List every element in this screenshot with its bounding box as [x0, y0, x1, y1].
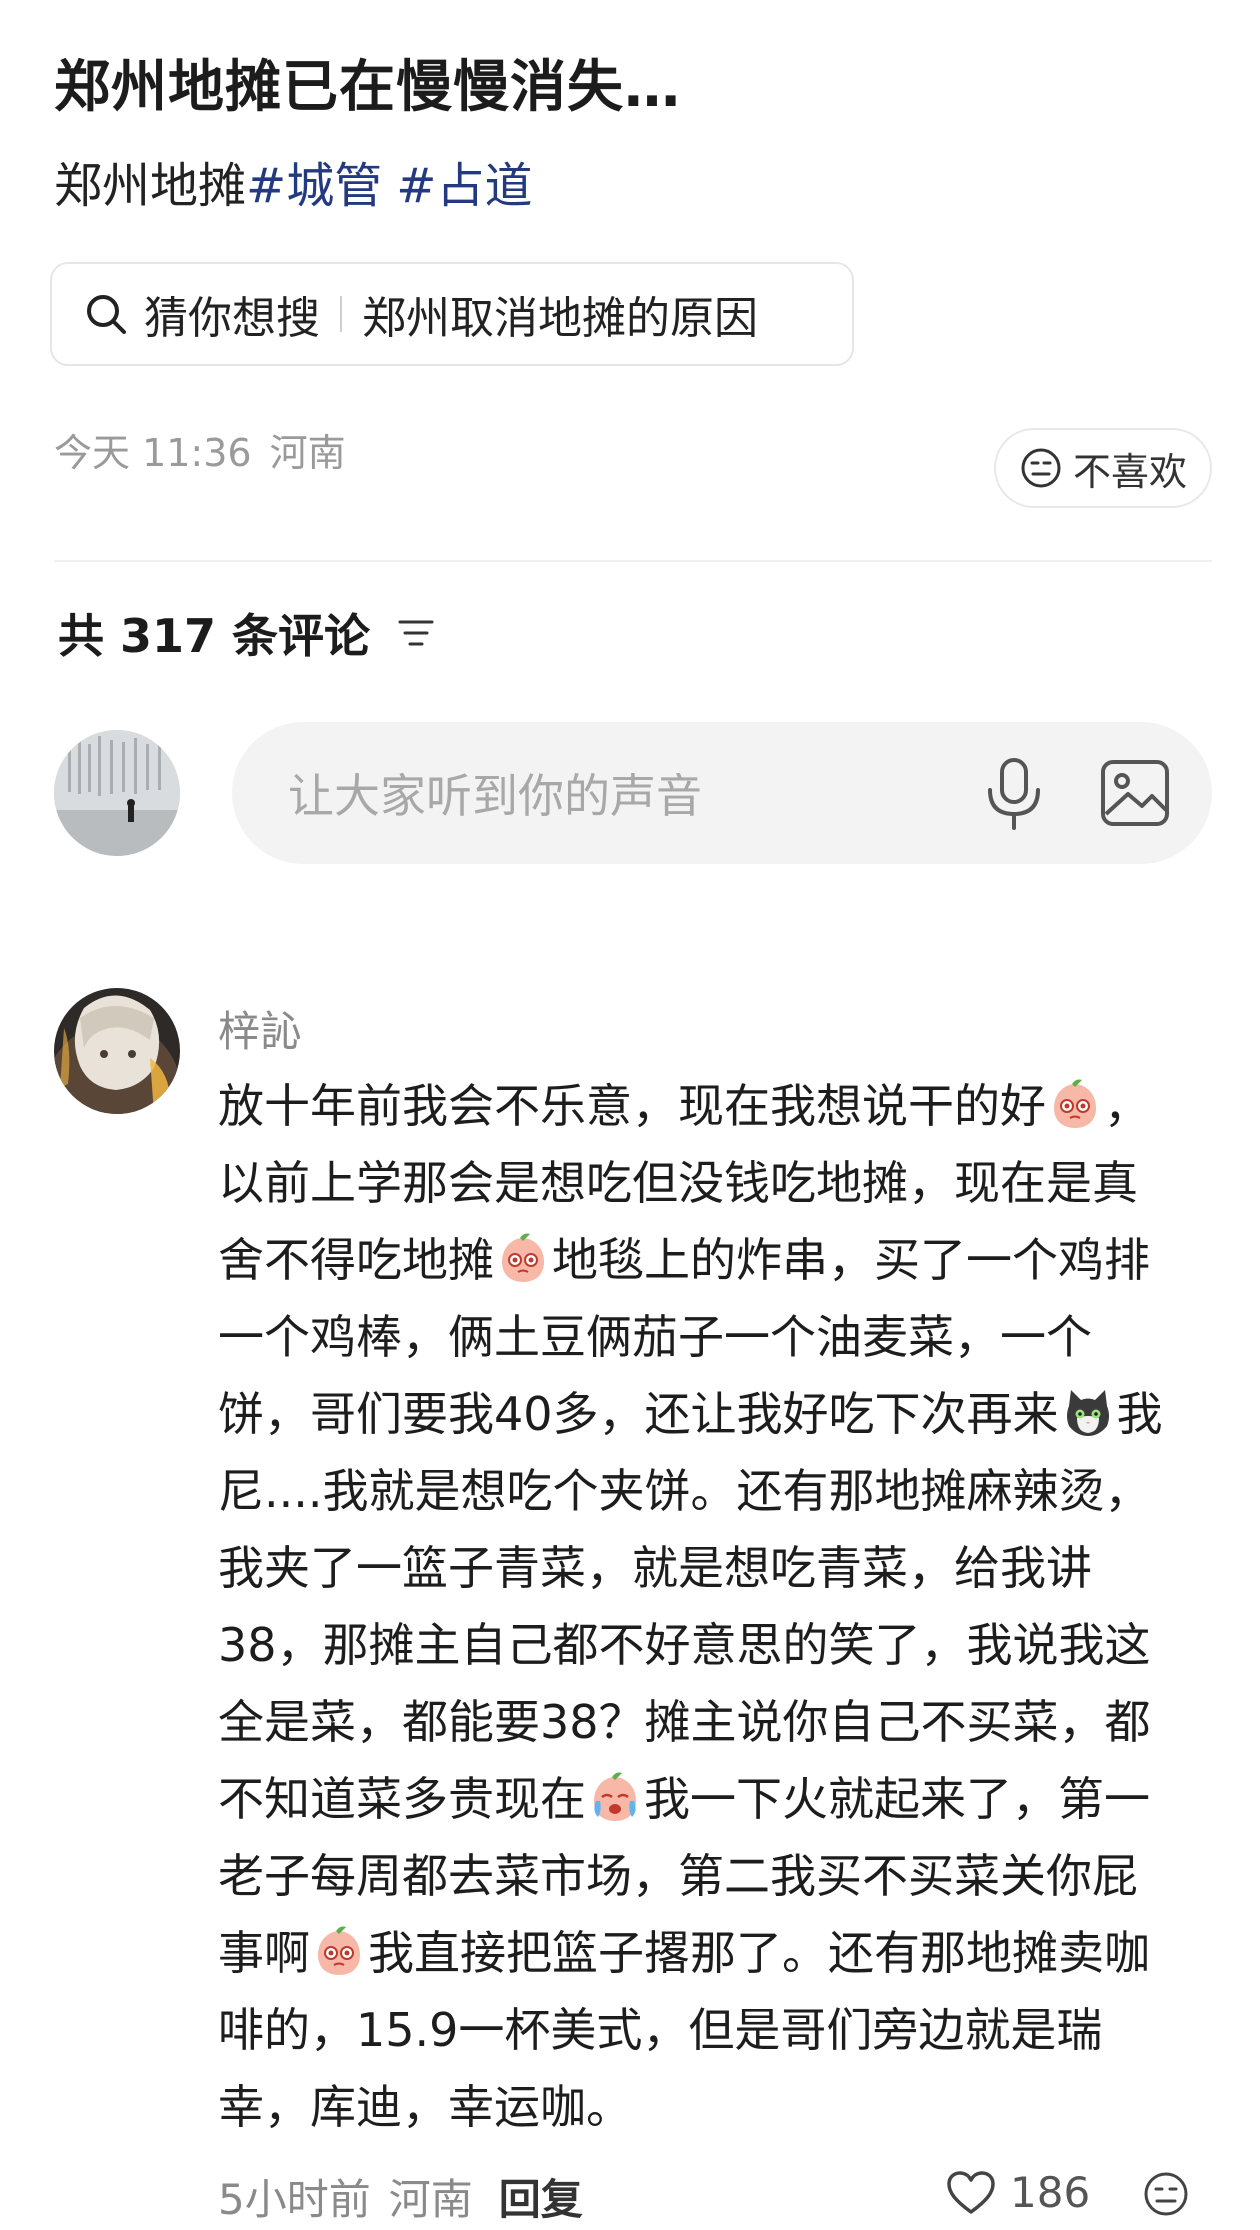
post-meta: 今天 11:36 河南	[54, 422, 346, 477]
comment-line: 一个鸡棒，俩土豆俩茄子一个油麦菜，一个	[218, 1299, 1218, 1376]
comment-text-segment: 一个鸡棒，俩土豆俩茄子一个油麦菜，一个	[218, 1310, 1092, 1364]
peach-emoji	[1048, 1078, 1102, 1132]
comment-line: 幸，库迪，幸运咖。	[218, 2069, 1218, 2146]
comment-count-label: 共 317 条评论	[58, 609, 371, 663]
dislike-button[interactable]: 不喜欢	[994, 428, 1212, 508]
comment-footer: 5小时前 河南 回复	[218, 2166, 583, 2227]
comment-text-segment: 饼，哥们要我40多，还让我好吃下次再来	[218, 1387, 1059, 1441]
comment-line: 尼....我就是想吃个夹饼。还有那地摊麻辣烫，	[218, 1453, 1218, 1530]
hashtag-chengguan[interactable]: #城管	[246, 158, 382, 214]
comments-header: 共 317 条评论	[58, 600, 438, 666]
commenter-name[interactable]: 梓訫	[218, 998, 302, 1059]
comment-input[interactable]: 让大家听到你的声音	[232, 722, 1212, 864]
comment-text-segment: 幸，库迪，幸运咖。	[218, 2080, 632, 2134]
search-suggestion-label: 猜你想搜	[144, 293, 320, 344]
comment-time: 5小时前	[218, 2175, 371, 2224]
post-lead-text: 郑州地摊	[54, 158, 247, 214]
comment-text-segment: 老子每周都去菜市场，第二我买不买菜关你屁	[218, 1849, 1138, 1903]
comment-text-segment: 地毯上的炸串，买了一个鸡排	[552, 1233, 1150, 1287]
comment-line: 事啊 我直接把篮子撂那了。还有那地摊卖咖	[218, 1915, 1218, 1992]
crying-peach-emoji	[588, 1771, 642, 1825]
comment-line: 全是菜，都能要38？摊主说你自己不买菜，都	[218, 1684, 1218, 1761]
comment-text-segment: ，	[1104, 1079, 1150, 1133]
image-icon[interactable]	[1098, 756, 1172, 830]
comment-text-segment: 放十年前我会不乐意，现在我想说干的好	[218, 1079, 1046, 1133]
comment-text-segment: 我夹了一篮子青菜，就是想吃青菜，给我讲	[218, 1541, 1092, 1595]
commenter-avatar[interactable]	[54, 988, 180, 1114]
search-suggestion[interactable]: 猜你想搜 郑州取消地摊的原因	[50, 262, 854, 366]
dislike-label: 不喜欢	[1072, 449, 1187, 494]
comment-text-segment: 不知道菜多贵现在	[218, 1772, 586, 1826]
comment-text-segment: 我一下火就起来了，第一	[644, 1772, 1150, 1826]
neutral-face-icon	[1021, 448, 1061, 488]
comment-text-segment: 舍不得吃地摊	[218, 1233, 494, 1287]
comment-line: 38，那摊主自己都不好意思的笑了，我说我这	[218, 1607, 1218, 1684]
comment-line: 放十年前我会不乐意，现在我想说干的好 ，	[218, 1068, 1218, 1145]
comment-text-segment: 以前上学那会是想吃但没钱吃地摊，现在是真	[218, 1156, 1138, 1210]
comment-location: 河南	[388, 2175, 473, 2224]
search-suggestion-divider	[340, 296, 342, 332]
divider	[54, 560, 1212, 562]
comment-line: 不知道菜多贵现在 我一下火就起来了，第一	[218, 1761, 1218, 1838]
cat-emoji	[1061, 1386, 1115, 1440]
like-count: 186	[1010, 2168, 1091, 2217]
comment-line: 老子每周都去菜市场，第二我买不买菜关你屁	[218, 1838, 1218, 1915]
post-location: 河南	[269, 431, 346, 475]
comment-dislike-icon[interactable]	[1142, 2170, 1190, 2218]
comment-line: 舍不得吃地摊 地毯上的炸串，买了一个鸡排	[218, 1222, 1218, 1299]
peach-emoji	[312, 1925, 366, 1979]
comment-text-segment: 我	[1116, 1387, 1163, 1441]
user-avatar[interactable]	[54, 730, 180, 856]
heart-icon	[947, 2170, 995, 2214]
post-tags-line: 郑州地摊#城管 #占道	[54, 146, 532, 216]
like-button[interactable]: 186	[946, 2168, 1090, 2217]
search-suggestion-query: 郑州取消地摊的原因	[362, 293, 758, 344]
post-time: 今天 11:36	[54, 431, 252, 475]
comment-line: 啡的，15.9一杯美式，但是哥们旁边就是瑞	[218, 1992, 1218, 2069]
comment-line: 我夹了一篮子青菜，就是想吃青菜，给我讲	[218, 1530, 1218, 1607]
filter-icon[interactable]	[394, 611, 438, 655]
comment-text-segment: 事啊	[218, 1926, 310, 1980]
comment-text-segment: 啡的，15.9一杯美式，但是哥们旁边就是瑞	[218, 2003, 1103, 2057]
comment-text-segment: 尼....我就是想吃个夹饼。还有那地摊麻辣烫，	[218, 1464, 1151, 1518]
comment-text-segment: 全是菜，都能要38？摊主说你自己不买菜，都	[218, 1695, 1151, 1749]
reply-button[interactable]: 回复	[499, 2175, 583, 2224]
comment-text: 放十年前我会不乐意，现在我想说干的好，以前上学那会是想吃但没钱吃地摊，现在是真舍…	[218, 1068, 1218, 2146]
comment-line: 以前上学那会是想吃但没钱吃地摊，现在是真	[218, 1145, 1218, 1222]
peach-emoji	[496, 1232, 550, 1286]
comment-text-segment: 38，那摊主自己都不好意思的笑了，我说我这	[218, 1618, 1151, 1672]
hashtag-zhandao[interactable]: #占道	[396, 158, 532, 214]
post-title: 郑州地摊已在慢慢消失…	[54, 55, 681, 120]
microphone-icon[interactable]	[978, 756, 1050, 832]
comment-line: 饼，哥们要我40多，还让我好吃下次再来 我	[218, 1376, 1218, 1453]
comment-input-placeholder: 让大家听到你的声音	[288, 769, 702, 823]
search-icon	[87, 295, 126, 334]
comment-text-segment: 我直接把篮子撂那了。还有那地摊卖咖	[368, 1926, 1150, 1980]
